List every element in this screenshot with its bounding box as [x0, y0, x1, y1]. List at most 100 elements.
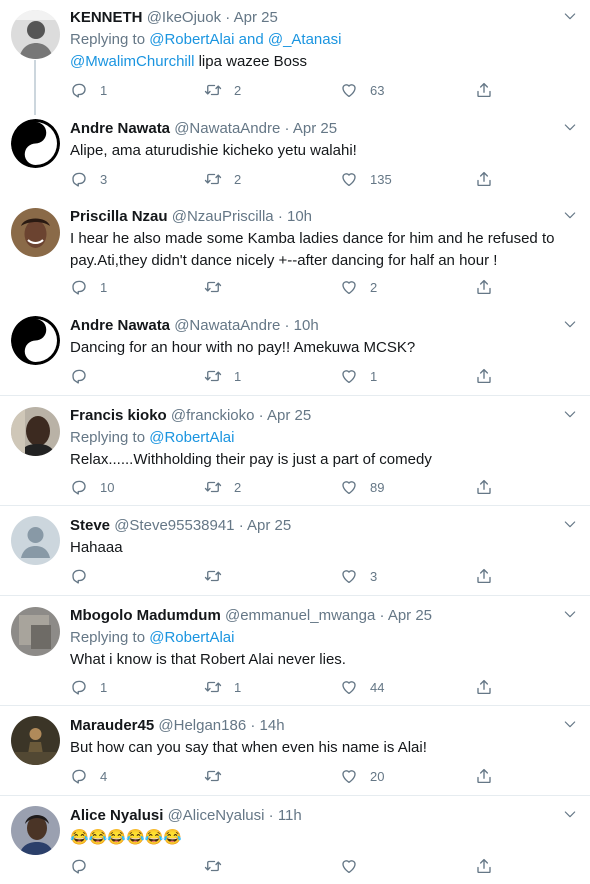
reply-button[interactable]: 10	[70, 477, 114, 497]
retweet-button[interactable]	[204, 277, 234, 297]
like-button[interactable]	[340, 856, 370, 876]
man-selfie-avatar[interactable]	[11, 407, 60, 456]
author-name[interactable]: Steve	[70, 517, 110, 534]
retweet-button[interactable]	[204, 766, 234, 786]
retweet-icon	[204, 478, 222, 496]
woman-avatar[interactable]	[11, 208, 60, 257]
timestamp[interactable]: Apr 25	[293, 120, 337, 137]
mention-link[interactable]: @MwalimChurchill	[70, 53, 194, 70]
timestamp[interactable]: 10h	[294, 317, 319, 334]
reply-button[interactable]: 3	[70, 169, 107, 189]
yin-yang-avatar[interactable]	[11, 316, 60, 365]
timestamp[interactable]: Apr 25	[247, 517, 291, 534]
like-button[interactable]: 3	[340, 566, 377, 586]
timestamp[interactable]: Apr 25	[267, 407, 311, 424]
author-name[interactable]: KENNETH	[70, 9, 143, 26]
author-handle[interactable]: @NzauPriscilla	[172, 208, 274, 225]
tweet[interactable]: Mbogolo Madumdum @emmanuel_mwanga · Apr …	[0, 596, 590, 706]
reply-button[interactable]: 1	[70, 277, 107, 297]
author-name[interactable]: Mbogolo Madumdum	[70, 607, 221, 624]
reply-button[interactable]: 1	[70, 80, 107, 100]
author-handle[interactable]: @emmanuel_mwanga	[225, 607, 375, 624]
replying-to-link[interactable]: @RobertAlai	[149, 629, 234, 646]
share-button[interactable]	[475, 277, 505, 297]
like-button[interactable]: 2	[340, 277, 377, 297]
chevron-down-icon[interactable]	[562, 606, 578, 622]
chevron-down-icon[interactable]	[562, 516, 578, 532]
yin-yang-avatar[interactable]	[11, 119, 60, 168]
share-button[interactable]	[475, 766, 505, 786]
tweet[interactable]: Steve @Steve95538941 · Apr 25 Hahaaa 3	[0, 506, 590, 596]
retweet-button[interactable]	[204, 566, 234, 586]
share-icon	[475, 478, 493, 496]
chevron-down-icon[interactable]	[562, 716, 578, 732]
retweet-button[interactable]	[204, 856, 234, 876]
author-handle[interactable]: @IkeOjuok	[147, 9, 221, 26]
retweet-button[interactable]: 1	[204, 677, 241, 697]
tweet[interactable]: KENNETH @IkeOjuok · Apr 25 Replying to @…	[0, 0, 590, 115]
chevron-down-icon[interactable]	[562, 8, 578, 24]
tweet[interactable]: Francis kioko @franckioko · Apr 25 Reply…	[0, 396, 590, 506]
author-handle[interactable]: @franckioko	[171, 407, 255, 424]
author-name[interactable]: Andre Nawata	[70, 317, 170, 334]
reply-button[interactable]	[70, 856, 100, 876]
thread-line	[34, 60, 36, 115]
chevron-down-icon[interactable]	[562, 806, 578, 822]
like-icon	[340, 767, 358, 785]
like-button[interactable]: 1	[340, 366, 377, 386]
timestamp[interactable]: Apr 25	[388, 607, 432, 624]
author-name[interactable]: Francis kioko	[70, 407, 167, 424]
author-name[interactable]: Priscilla Nzau	[70, 208, 168, 225]
share-button[interactable]	[475, 856, 505, 876]
share-button[interactable]	[475, 477, 505, 497]
author-name[interactable]: Andre Nawata	[70, 120, 170, 137]
replying-to-link[interactable]: @RobertAlai and @_Atanasi	[149, 31, 341, 48]
author-handle[interactable]: @Steve95538941	[114, 517, 234, 534]
author-name[interactable]: Alice Nyalusi	[70, 807, 163, 824]
timestamp[interactable]: 11h	[278, 807, 302, 824]
reply-button[interactable]	[70, 566, 100, 586]
tweet[interactable]: Marauder45 @Helgan186 · 14h But how can …	[0, 706, 590, 796]
woman-portrait-avatar[interactable]	[11, 806, 60, 855]
tweet[interactable]: Priscilla Nzau @NzauPriscilla · 10h I he…	[0, 197, 590, 306]
chevron-down-icon[interactable]	[562, 406, 578, 422]
like-button[interactable]: 135	[340, 169, 392, 189]
share-button[interactable]	[475, 677, 505, 697]
author-handle[interactable]: @AliceNyalusi	[168, 807, 265, 824]
like-button[interactable]: 89	[340, 477, 384, 497]
like-icon	[340, 678, 358, 696]
author-name[interactable]: Marauder45	[70, 717, 154, 734]
reply-button[interactable]: 1	[70, 677, 107, 697]
reply-button[interactable]: 4	[70, 766, 107, 786]
retweet-button[interactable]: 2	[204, 477, 241, 497]
tweet[interactable]: Andre Nawata @NawataAndre · 10h Dancing …	[0, 306, 590, 396]
author-handle[interactable]: @Helgan186	[158, 717, 246, 734]
replying-to-link[interactable]: @RobertAlai	[149, 429, 234, 446]
author-handle[interactable]: @NawataAndre	[174, 120, 280, 137]
chevron-down-icon[interactable]	[562, 316, 578, 332]
tweet[interactable]: Alice Nyalusi @AliceNyalusi · 11h 😂😂😂😂😂😂	[0, 796, 590, 884]
tweet[interactable]: Andre Nawata @NawataAndre · Apr 25 Alipe…	[0, 109, 590, 197]
reply-button[interactable]	[70, 366, 100, 386]
retweet-button[interactable]: 2	[204, 80, 241, 100]
retweet-button[interactable]: 1	[204, 366, 241, 386]
default-avatar[interactable]	[11, 516, 60, 565]
chevron-down-icon[interactable]	[562, 207, 578, 223]
person-bw-avatar[interactable]	[11, 10, 60, 59]
like-count: 135	[370, 171, 392, 187]
share-button[interactable]	[475, 169, 505, 189]
like-button[interactable]: 44	[340, 677, 384, 697]
like-button[interactable]: 63	[340, 80, 384, 100]
blurry-avatar[interactable]	[11, 607, 60, 656]
figure-avatar[interactable]	[11, 716, 60, 765]
chevron-down-icon[interactable]	[562, 119, 578, 135]
share-button[interactable]	[475, 366, 505, 386]
timestamp[interactable]: 14h	[260, 717, 285, 734]
author-handle[interactable]: @NawataAndre	[174, 317, 280, 334]
like-button[interactable]: 20	[340, 766, 384, 786]
share-button[interactable]	[475, 566, 505, 586]
timestamp[interactable]: 10h	[287, 208, 312, 225]
share-button[interactable]	[475, 80, 505, 100]
timestamp[interactable]: Apr 25	[234, 9, 278, 26]
retweet-button[interactable]: 2	[204, 169, 241, 189]
